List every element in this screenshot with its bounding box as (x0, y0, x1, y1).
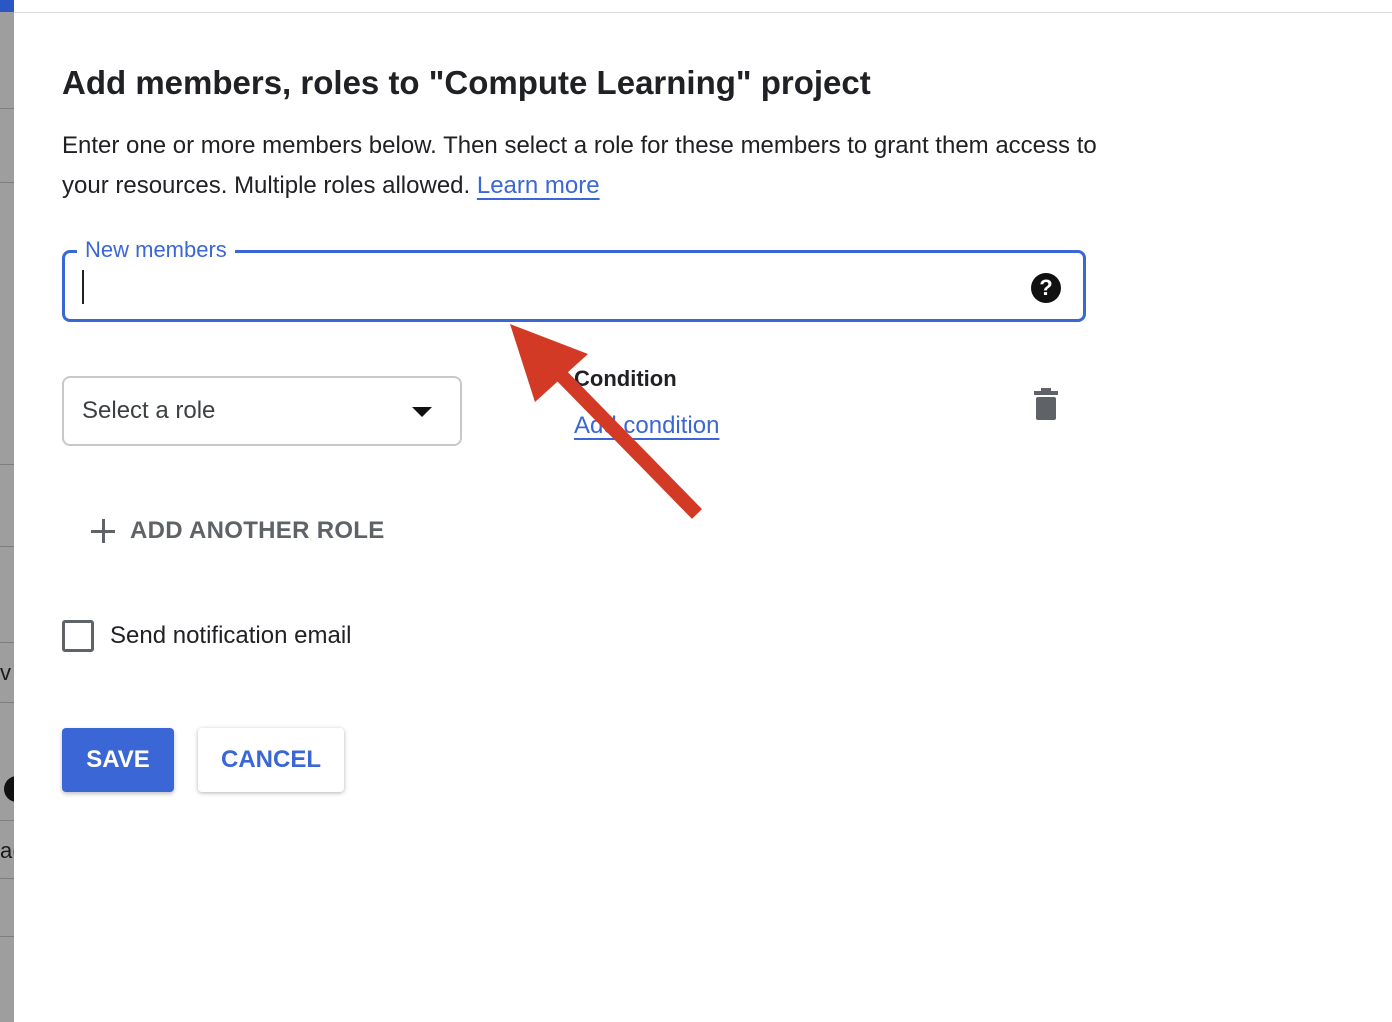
send-notification-label[interactable]: Send notification email (110, 622, 351, 650)
cancel-button[interactable]: CANCEL (198, 728, 344, 792)
role-select-dropdown[interactable]: Select a role (62, 376, 462, 446)
background-divider (0, 642, 14, 643)
background-divider (0, 820, 14, 821)
background-divider (0, 464, 14, 465)
background-divider (0, 546, 14, 547)
role-select-label: Select a role (82, 397, 216, 424)
learn-more-link[interactable]: Learn more (477, 172, 600, 199)
background-icon (4, 776, 14, 802)
condition-heading: Condition (574, 366, 677, 391)
plus-icon (90, 518, 116, 544)
add-another-role-button[interactable]: ADD ANOTHER ROLE (90, 508, 385, 554)
add-another-role-label: ADD ANOTHER ROLE (130, 517, 385, 544)
dialog-description: Enter one or more members below. Then se… (62, 126, 1102, 206)
new-members-input[interactable] (81, 267, 981, 305)
trash-icon[interactable] (1034, 388, 1058, 420)
send-notification-checkbox[interactable] (62, 620, 94, 652)
add-members-panel: Add members, roles to "Compute Learning"… (14, 0, 1392, 1022)
add-condition-link[interactable]: Add condition (574, 412, 719, 440)
background-text-fragment: v (0, 660, 11, 685)
background-divider (0, 182, 14, 183)
panel-top-divider (14, 12, 1392, 13)
background-divider (0, 936, 14, 937)
new-members-field[interactable]: New members ? (62, 236, 1086, 322)
arrow-drop-down-icon (412, 407, 432, 417)
new-members-label: New members (77, 236, 235, 264)
background-text-fragment: a( (0, 838, 14, 863)
save-button[interactable]: SAVE (62, 728, 174, 792)
dialog-title: Add members, roles to "Compute Learning"… (62, 64, 871, 101)
background-page-strip: v a( (0, 0, 14, 1022)
background-divider (0, 108, 14, 109)
background-header-bar (0, 0, 14, 12)
notification-row: Send notification email (62, 620, 351, 652)
text-cursor (82, 270, 84, 304)
background-divider (0, 702, 14, 703)
background-divider (0, 878, 14, 879)
help-circle-icon[interactable]: ? (1031, 273, 1061, 303)
